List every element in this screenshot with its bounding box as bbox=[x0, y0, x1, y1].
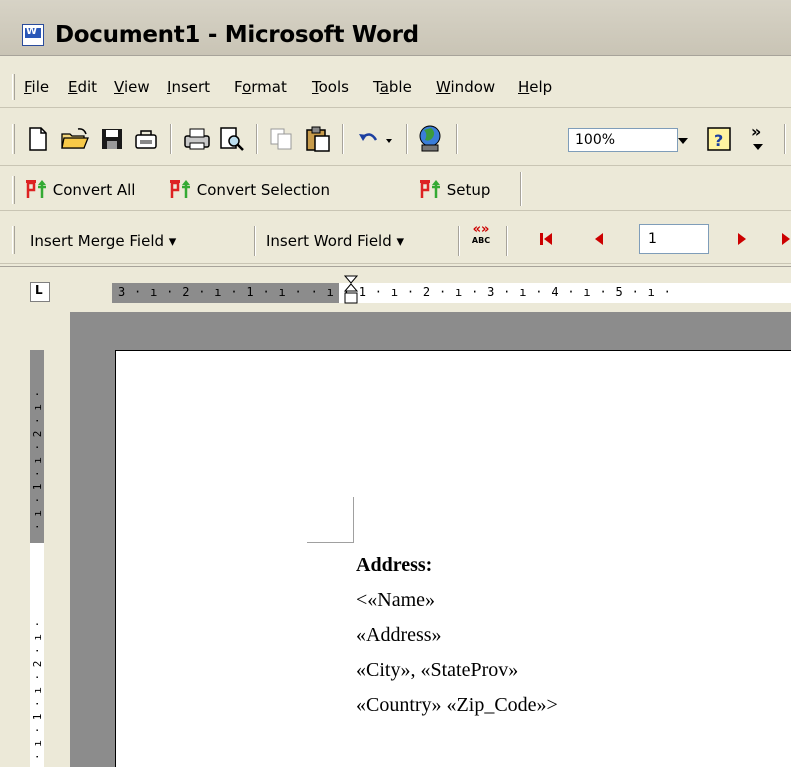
toolbar-overflow-icon[interactable]: » bbox=[751, 122, 761, 141]
merge-line-country: «Country» «Zip_Code»> bbox=[356, 694, 558, 716]
previous-record-icon[interactable] bbox=[592, 231, 606, 247]
menu-format[interactable]: Format bbox=[234, 78, 287, 96]
permission-icon[interactable] bbox=[132, 126, 160, 152]
vertical-ruler-labels-bottom: · ı · 1 · ı · 2 · ı · bbox=[31, 620, 44, 760]
record-number-field[interactable]: 1 bbox=[639, 224, 709, 254]
ruler-labels: 3 · ı · 2 · ı · 1 · ı · · ı · 1 · ı · 2 … bbox=[118, 285, 672, 299]
merge-line-city: «City», «StateProv» bbox=[356, 659, 519, 681]
toolbar-separator bbox=[784, 124, 786, 154]
menu-window[interactable]: Window bbox=[436, 78, 495, 96]
zoom-select[interactable]: 100% bbox=[568, 128, 678, 152]
last-record-icon[interactable] bbox=[779, 231, 791, 247]
open-folder-icon[interactable] bbox=[60, 126, 90, 152]
standard-toolbar-grip[interactable] bbox=[12, 124, 15, 154]
print-preview-icon[interactable] bbox=[218, 126, 246, 152]
menu-insert[interactable]: Insert bbox=[167, 78, 210, 96]
menu-tools[interactable]: Tools bbox=[312, 78, 349, 96]
menu-table[interactable]: Table bbox=[373, 78, 412, 96]
undo-icon[interactable] bbox=[356, 128, 396, 152]
print-icon[interactable] bbox=[182, 126, 212, 152]
address-heading: Address: bbox=[356, 554, 433, 576]
web-icon[interactable] bbox=[416, 124, 446, 154]
convert-icon bbox=[170, 180, 190, 198]
title-bar: W Document1 - Microsoft Word bbox=[0, 0, 791, 56]
toolbar-separator bbox=[520, 172, 522, 206]
convert-all-button[interactable]: Convert All bbox=[24, 178, 135, 200]
view-merged-data-icon[interactable]: «» ABC bbox=[468, 223, 494, 254]
toolbar-separator bbox=[256, 124, 258, 154]
menu-bar: File Edit View Insert Format Tools Table… bbox=[0, 66, 791, 108]
menu-bar-grip[interactable] bbox=[12, 74, 15, 100]
help-icon[interactable]: ? bbox=[706, 126, 732, 152]
save-icon[interactable] bbox=[100, 127, 124, 151]
menu-edit[interactable]: Edit bbox=[68, 78, 97, 96]
convert-toolbar-grip[interactable] bbox=[12, 176, 15, 204]
paste-icon[interactable] bbox=[304, 125, 332, 153]
new-document-icon[interactable] bbox=[26, 126, 50, 152]
insert-word-field-button[interactable]: Insert Word Field ▾ bbox=[266, 232, 404, 250]
toolbar-separator bbox=[170, 124, 172, 154]
merge-line-name: <«Name» bbox=[356, 589, 436, 611]
indent-marker-icon[interactable] bbox=[344, 275, 358, 309]
toolbar-separator bbox=[342, 124, 344, 154]
tab-selector[interactable]: L bbox=[30, 282, 50, 302]
menu-file[interactable]: File bbox=[24, 78, 49, 96]
toolbar-separator bbox=[456, 124, 458, 154]
word-icon[interactable]: W bbox=[22, 24, 44, 46]
document-body[interactable]: Address: <«Name» «Address» «City», «Stat… bbox=[356, 548, 558, 723]
text-boundary-mark bbox=[353, 497, 354, 542]
toolbar-separator bbox=[406, 124, 408, 154]
svg-text:?: ? bbox=[714, 131, 723, 150]
convert-selection-button[interactable]: Convert Selection bbox=[168, 178, 330, 200]
chevron-down-icon[interactable] bbox=[752, 142, 764, 152]
vertical-ruler[interactable]: · ı · 1 · ı · 2 · ı · · ı · 1 · ı · 2 · … bbox=[30, 350, 44, 767]
toolbar-separator bbox=[458, 226, 460, 256]
next-record-icon[interactable] bbox=[735, 231, 749, 247]
window-title: Document1 - Microsoft Word bbox=[55, 22, 419, 48]
copy-icon[interactable] bbox=[268, 126, 296, 152]
convert-icon bbox=[26, 180, 46, 198]
toolbar-separator bbox=[506, 226, 508, 256]
menu-view[interactable]: View bbox=[114, 78, 150, 96]
chevron-down-icon[interactable] bbox=[676, 131, 690, 149]
convert-icon bbox=[420, 180, 440, 198]
text-boundary-mark bbox=[307, 542, 354, 543]
toolbar-separator bbox=[254, 226, 256, 256]
setup-button[interactable]: Setup bbox=[418, 178, 490, 200]
horizontal-ruler[interactable]: 3 · ı · 2 · ı · 1 · ı · · ı · 1 · ı · 2 … bbox=[112, 283, 791, 303]
first-record-icon[interactable] bbox=[538, 231, 554, 247]
vertical-ruler-labels-top: · ı · 1 · ı · 2 · ı · bbox=[31, 390, 44, 530]
merge-line-address: «Address» bbox=[356, 624, 442, 646]
menu-help[interactable]: Help bbox=[518, 78, 552, 96]
mail-merge-toolbar-grip[interactable] bbox=[12, 226, 15, 254]
insert-merge-field-button[interactable]: Insert Merge Field ▾ bbox=[30, 232, 176, 250]
